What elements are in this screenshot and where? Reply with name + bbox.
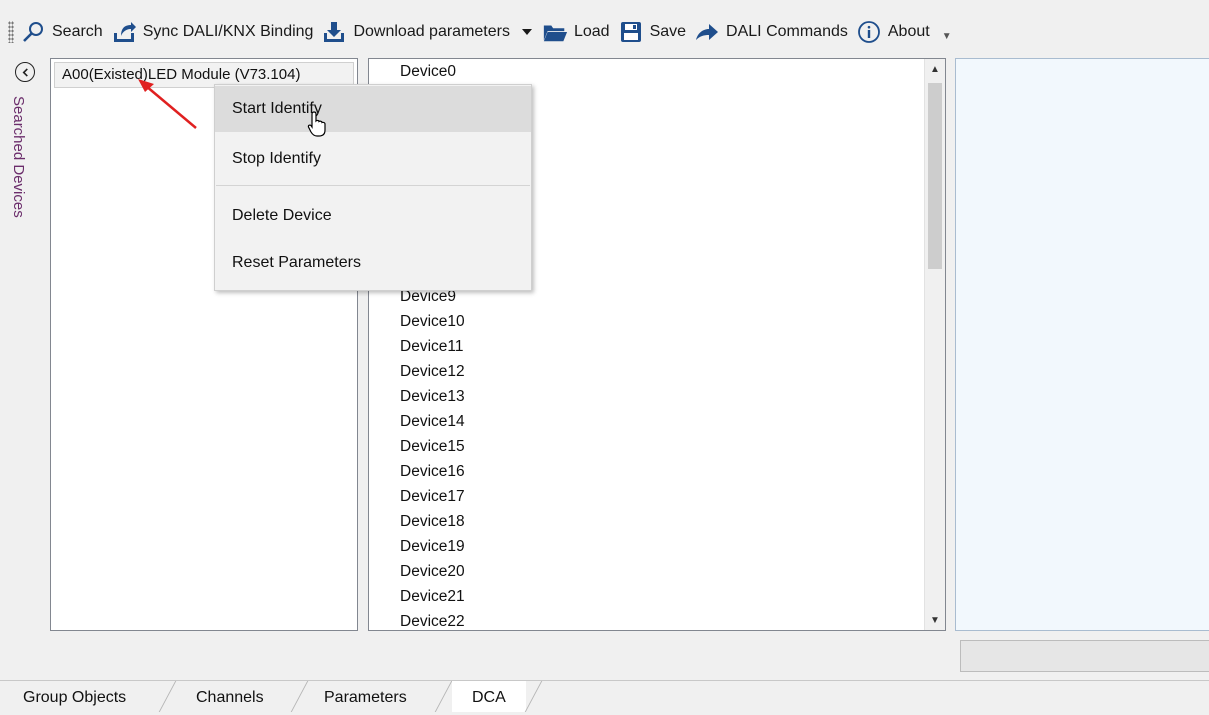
arrow-icon	[696, 24, 719, 40]
mouse-cursor-icon	[307, 111, 326, 137]
toolbar-buttons: Search Sync DALI/KNX Binding Download pa…	[0, 16, 952, 48]
properties-panel	[955, 58, 1209, 631]
tab-divider	[434, 681, 453, 712]
list-item[interactable]: Device21	[400, 584, 465, 609]
save-icon	[620, 22, 641, 42]
sync-icon	[113, 22, 136, 42]
toolbar-grip[interactable]	[8, 21, 14, 43]
scroll-thumb[interactable]	[928, 83, 942, 269]
list-item[interactable]: Device0	[400, 59, 456, 84]
list-item[interactable]: Device15	[400, 434, 465, 459]
list-item[interactable]: Device22	[400, 609, 465, 630]
list-item[interactable]: Device12	[400, 359, 465, 384]
scroll-up-icon[interactable]: ▲	[925, 59, 945, 79]
info-icon	[857, 21, 880, 43]
chevron-left-icon	[22, 67, 28, 77]
about-label: About	[887, 23, 930, 40]
menu-item-start-identify[interactable]: Start Identify	[215, 86, 531, 132]
list-item[interactable]: Device14	[400, 409, 465, 434]
context-menu: Start Identify Stop Identify Delete Devi…	[214, 84, 532, 291]
save-button[interactable]: Save	[616, 18, 692, 46]
bottom-tabs: Group Objects Channels Parameters DCA	[0, 680, 1209, 712]
chevron-down-icon[interactable]	[520, 25, 534, 39]
load-label: Load	[573, 23, 610, 40]
download-parameters-label: Download parameters	[353, 23, 510, 40]
toolbar: Search Sync DALI/KNX Binding Download pa…	[0, 0, 1209, 64]
search-button[interactable]: Search	[18, 18, 109, 46]
list-item[interactable]: Device17	[400, 484, 465, 509]
sync-binding-label: Sync DALI/KNX Binding	[142, 23, 314, 40]
device-list-scrollbar[interactable]: ▲ ▼	[924, 59, 945, 630]
save-label: Save	[649, 23, 687, 40]
list-item[interactable]: Device19	[400, 534, 465, 559]
tab-divider	[524, 681, 543, 712]
toolbar-overflow-icon[interactable]: ▼	[942, 31, 952, 42]
tab-channels[interactable]: Channels	[196, 681, 264, 712]
list-item[interactable]: Device18	[400, 509, 465, 534]
load-button[interactable]: Load	[540, 18, 616, 46]
list-item[interactable]: Device16	[400, 459, 465, 484]
tab-dca[interactable]: DCA	[452, 681, 526, 712]
download-icon	[324, 22, 345, 42]
menu-separator	[216, 185, 530, 186]
tab-divider	[158, 681, 177, 712]
progress-bar	[960, 640, 1209, 672]
menu-item-delete-device[interactable]: Delete Device	[215, 193, 531, 239]
sync-binding-button[interactable]: Sync DALI/KNX Binding	[109, 18, 320, 46]
scroll-down-icon[interactable]: ▼	[925, 610, 945, 630]
list-item[interactable]: Device11	[400, 334, 463, 359]
list-item[interactable]: Device13	[400, 384, 465, 409]
tab-parameters[interactable]: Parameters	[324, 681, 407, 712]
menu-item-reset-parameters[interactable]: Reset Parameters	[215, 240, 531, 286]
about-button[interactable]: About	[854, 18, 936, 46]
tab-group-objects[interactable]: Group Objects	[23, 681, 126, 712]
search-icon	[23, 22, 43, 42]
list-item[interactable]: Device10	[400, 309, 465, 334]
search-label: Search	[52, 23, 103, 40]
collapse-panel-button[interactable]	[15, 62, 35, 82]
dali-commands-button[interactable]: DALI Commands	[692, 18, 854, 46]
searched-devices-strip: Searched Devices	[8, 60, 46, 620]
tab-divider	[290, 681, 309, 712]
menu-item-stop-identify[interactable]: Stop Identify	[215, 136, 531, 182]
searched-devices-label[interactable]: Searched Devices	[10, 96, 27, 218]
annotation-arrow-icon	[138, 79, 197, 129]
dali-commands-label: DALI Commands	[726, 23, 848, 40]
folder-icon	[543, 25, 568, 42]
list-item[interactable]: Device20	[400, 559, 465, 584]
download-parameters-button[interactable]: Download parameters	[319, 18, 540, 46]
